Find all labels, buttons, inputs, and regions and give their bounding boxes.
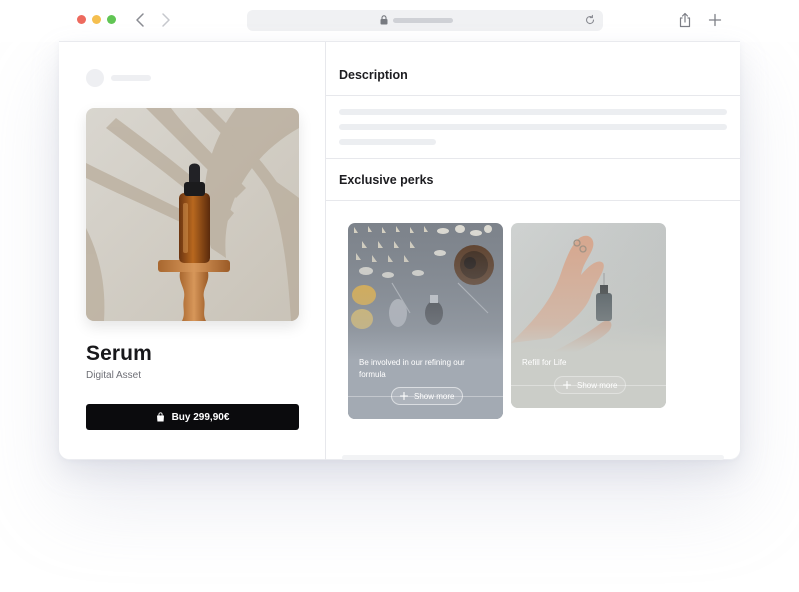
show-more-button[interactable]: Show more [554,376,627,394]
description-text-placeholder [339,109,727,115]
perk-title: Be involved in our refining our formula [359,358,465,379]
avatar[interactable] [86,69,104,87]
product-image [86,108,299,321]
plus-icon [400,392,408,400]
browser-toolbar [0,0,799,42]
show-more-label: Show more [577,380,618,390]
perks-heading: Exclusive perks [339,173,434,187]
content-placeholder [342,455,724,460]
lock-icon [380,15,388,25]
description-heading: Description [339,68,408,82]
section-divider [326,200,740,201]
perk-card[interactable]: Be involved in our refining our formula … [348,223,503,419]
plus-icon[interactable] [708,13,722,27]
description-text-placeholder [339,124,727,130]
chevron-left-icon[interactable] [133,12,149,28]
shopping-bag-icon [156,412,164,422]
zoom-window-button[interactable] [107,15,116,24]
chevron-right-icon[interactable] [157,12,173,28]
pane-divider [325,42,326,460]
serum-bottle-photo [86,108,299,321]
minimize-window-button[interactable] [92,15,101,24]
share-icon[interactable] [678,12,692,28]
section-divider [326,95,740,96]
username-placeholder [111,75,151,81]
perk-title: Refill for Life [522,358,567,367]
show-more-button[interactable]: Show more [391,387,464,405]
browser-window: Serum Digital Asset Buy 299,90€ Descript… [59,41,740,460]
address-bar[interactable] [247,10,603,31]
window-controls [77,15,116,24]
description-text-placeholder [339,139,436,145]
buy-button-label: Buy 299,90€ [171,411,230,423]
close-window-button[interactable] [77,15,86,24]
section-divider [326,158,740,159]
plus-icon [563,381,571,389]
product-title: Serum [86,342,152,365]
show-more-label: Show more [414,391,455,401]
buy-button[interactable]: Buy 299,90€ [86,404,299,430]
product-subtitle: Digital Asset [86,370,142,381]
url-text-placeholder [393,18,453,23]
reload-icon[interactable] [584,14,596,26]
perk-card[interactable]: Refill for Life Show more [511,223,666,408]
